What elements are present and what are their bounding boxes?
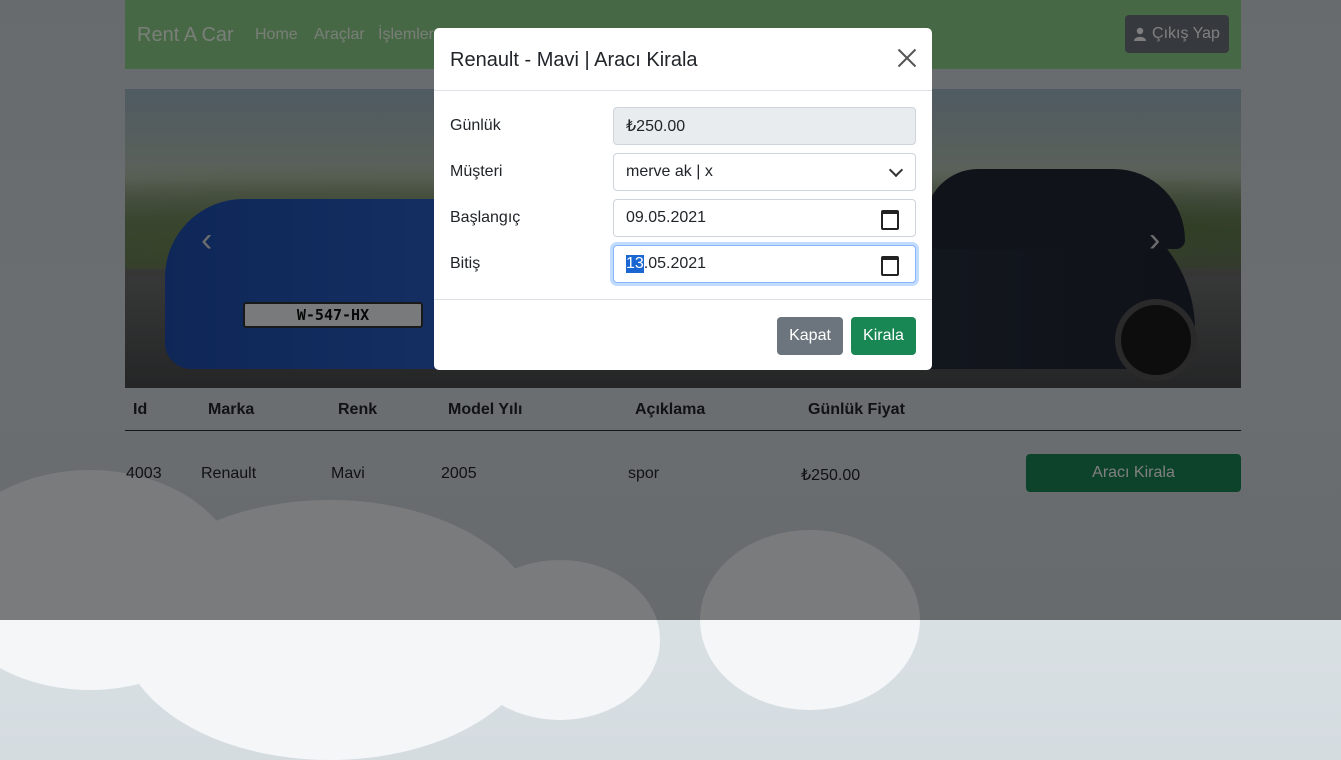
daily-price-field: ₺250.00: [613, 107, 916, 145]
calendar-icon[interactable]: [881, 256, 899, 276]
modal-header: Renault - Mavi | Aracı Kirala: [434, 28, 932, 91]
chevron-down-icon: [888, 162, 904, 178]
calendar-icon[interactable]: [881, 210, 899, 230]
close-icon[interactable]: [896, 47, 918, 69]
end-date-label: Bitiş: [450, 255, 481, 272]
customer-select[interactable]: merve ak | x: [613, 153, 916, 191]
end-date-day-selected: 13: [626, 255, 644, 273]
end-date-rest: .05.2021: [643, 255, 707, 272]
close-button[interactable]: Kapat: [777, 317, 843, 355]
modal-footer: Kapat Kirala: [434, 299, 932, 371]
rent-modal: Renault - Mavi | Aracı Kirala Günlük ₺25…: [434, 28, 932, 370]
start-date-value: 09.05.2021: [626, 209, 707, 226]
start-date-label: Başlangıç: [450, 209, 521, 226]
modal-title: Renault - Mavi | Aracı Kirala: [450, 49, 698, 71]
daily-price-label: Günlük: [450, 117, 501, 134]
start-date-input[interactable]: 09.05.2021: [613, 199, 916, 237]
customer-label: Müşteri: [450, 163, 503, 180]
daily-price-value: ₺250.00: [626, 118, 686, 135]
end-date-input[interactable]: 13.05.2021: [613, 245, 916, 283]
rent-button[interactable]: Kirala: [851, 317, 916, 355]
customer-select-value: merve ak | x: [626, 163, 713, 180]
